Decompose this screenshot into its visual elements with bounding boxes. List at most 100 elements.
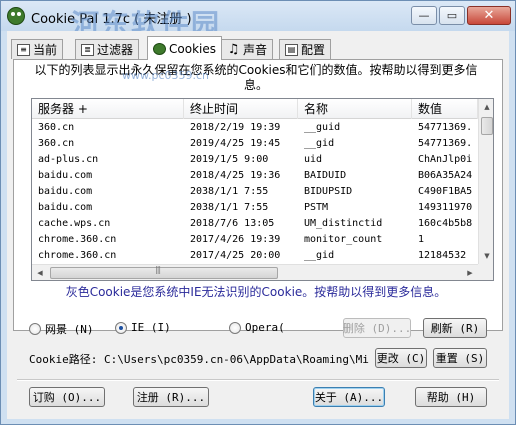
- cookie-icon: [153, 42, 166, 55]
- cell-server: baidu.com: [38, 186, 93, 197]
- tab-label: Cookies: [169, 41, 216, 56]
- cell-expires: 2017/4/26 19:39: [190, 234, 281, 245]
- cell-name: __guid: [304, 122, 341, 133]
- cookie-pal-logo-icon: [7, 7, 25, 25]
- about-button[interactable]: 关于 (A)...: [313, 387, 385, 407]
- cell-expires: 2018/4/25 19:36: [190, 170, 281, 181]
- tab-current[interactable]: ≡ 当前: [11, 39, 64, 59]
- radio-netscape[interactable]: 网景 (N): [29, 321, 94, 337]
- cell-expires: 2038/1/1 7:55: [190, 202, 269, 213]
- scroll-up-icon[interactable]: ▲: [479, 99, 493, 115]
- cell-server: chrome.360.cn: [38, 234, 117, 245]
- cell-name: BAIDUID: [304, 170, 347, 181]
- cell-expires: 2019/4/25 19:45: [190, 138, 281, 149]
- maximize-icon: ▭: [446, 9, 458, 22]
- order-button[interactable]: 订购 (O)...: [29, 387, 105, 407]
- cell-value: 12184532: [418, 250, 467, 261]
- cell-expires: 2018/7/6 13:05: [190, 218, 275, 229]
- tab-cookies[interactable]: Cookies: [147, 36, 222, 60]
- help-button[interactable]: 帮助 (H): [415, 387, 487, 407]
- table-row[interactable]: 360.cn 2019/4/25 19:45 __gid 54771369.: [32, 136, 478, 152]
- refresh-button[interactable]: 刷新 (R): [423, 318, 487, 338]
- minimize-button[interactable]: —: [411, 6, 437, 25]
- tab-settings[interactable]: ▤ 配置: [279, 39, 332, 59]
- horizontal-scrollbar[interactable]: ◀ ▶: [32, 264, 478, 280]
- maximize-button[interactable]: ▭: [439, 6, 465, 25]
- radio-ie-dot[interactable]: [115, 321, 127, 334]
- divider: [17, 379, 499, 381]
- cookie-list[interactable]: 服务器 + 终止时间 名称 数值 360.cn 2018/2/19 19:39 __…: [31, 98, 494, 281]
- radio-netscape-label: 网景 (N): [45, 323, 94, 336]
- close-icon: ✕: [483, 8, 495, 23]
- settings-icon: ▤: [285, 43, 298, 56]
- vertical-scroll-thumb[interactable]: [481, 117, 493, 135]
- doc-icon: ≡: [17, 43, 30, 56]
- tab-filter[interactable]: ≣ 过滤器: [75, 39, 140, 59]
- cell-value: 160c4b5b8: [418, 218, 473, 229]
- cell-name: __gid: [304, 250, 335, 261]
- tab-label: 当前: [33, 43, 58, 57]
- cell-value: C490F1BA5: [418, 186, 473, 197]
- scroll-right-icon[interactable]: ▶: [462, 265, 478, 280]
- info-text-top: 以下的列表显示出永久保留在您系统的Cookies和它们的数值。按帮助以得到更多信…: [34, 63, 478, 92]
- cell-value: ChAnJlp0i: [418, 154, 473, 165]
- delete-button[interactable]: 删除 (D)...: [343, 318, 411, 338]
- cell-expires: 2018/2/19 19:39: [190, 122, 281, 133]
- radio-opera[interactable]: Opera(: [229, 321, 285, 334]
- cell-value: 54771369.: [418, 122, 473, 133]
- tab-label: 过滤器: [97, 43, 134, 57]
- filter-icon: ≣: [81, 43, 94, 56]
- cell-name: uid: [304, 154, 323, 165]
- column-expires[interactable]: 终止时间: [184, 99, 298, 119]
- cell-name: UM_distinctid: [304, 218, 383, 229]
- column-value[interactable]: 数值: [412, 99, 478, 119]
- list-header: 服务器 + 终止时间 名称 数值: [32, 99, 478, 119]
- cell-value: 54771369.: [418, 138, 473, 149]
- scroll-corner: [478, 264, 493, 280]
- table-row[interactable]: baidu.com 2018/4/25 19:36 BAIDUID B06A35A24: [32, 168, 478, 184]
- vertical-scrollbar[interactable]: ▲ ▼: [478, 99, 493, 264]
- cell-expires: 2017/4/25 20:00: [190, 250, 281, 261]
- column-server[interactable]: 服务器 +: [32, 99, 184, 119]
- table-row[interactable]: chrome.360.cn 2017/4/25 20:00 __gid 1218453…: [32, 248, 478, 264]
- close-button[interactable]: ✕: [467, 6, 511, 25]
- radio-ie[interactable]: IE (I): [115, 321, 171, 334]
- cell-server: 360.cn: [38, 138, 75, 149]
- cell-name: __gid: [304, 138, 335, 149]
- radio-netscape-dot[interactable]: [29, 323, 41, 335]
- scroll-left-icon[interactable]: ◀: [32, 265, 48, 280]
- client-area: ≡ 当前 ≣ 过滤器 Cookies ♫ 声音 ▤ 配置 以下的列表显示出永久保…: [7, 31, 509, 419]
- radio-opera-dot[interactable]: [229, 321, 241, 334]
- column-name[interactable]: 名称: [298, 99, 412, 119]
- table-row[interactable]: cache.wps.cn 2018/7/6 13:05 UM_distinctid 1…: [32, 216, 478, 232]
- horizontal-scroll-thumb[interactable]: [50, 265, 278, 279]
- table-row[interactable]: ad-plus.cn 2019/1/5 9:00 uid ChAnJlp0i: [32, 152, 478, 168]
- register-button[interactable]: 注册 (R)...: [133, 387, 209, 407]
- tab-label: 配置: [301, 43, 326, 57]
- radio-opera-label: Opera(: [245, 321, 285, 334]
- cell-name: monitor_count: [304, 234, 383, 245]
- cell-server: baidu.com: [38, 170, 93, 181]
- cell-value: 149311970: [418, 202, 473, 213]
- music-note-icon: ♫: [227, 41, 240, 57]
- change-button[interactable]: 更改 (C): [375, 348, 427, 368]
- table-row[interactable]: chrome.360.cn 2017/4/26 19:39 monitor_coun…: [32, 232, 478, 248]
- title-bar[interactable]: Cookie Pal 1.7c ( 未注册 ) 河东软件园 — ▭ ✕: [1, 1, 515, 41]
- table-row[interactable]: baidu.com 2038/1/1 7:55 PSTM 149311970: [32, 200, 478, 216]
- table-row[interactable]: baidu.com 2038/1/1 7:55 BIDUPSID C490F1BA5: [32, 184, 478, 200]
- table-row[interactable]: 360.cn 2018/2/19 19:39 __guid 54771369.: [32, 120, 478, 136]
- cell-name: PSTM: [304, 202, 329, 213]
- cell-expires: 2038/1/1 7:55: [190, 186, 269, 197]
- cell-server: chrome.360.cn: [38, 250, 117, 261]
- minimize-icon: —: [418, 9, 430, 22]
- radio-ie-label: IE (I): [131, 321, 171, 334]
- reset-button[interactable]: 重置 (S): [433, 348, 487, 368]
- cell-server: ad-plus.cn: [38, 154, 99, 165]
- cell-server: baidu.com: [38, 202, 93, 213]
- cell-value: 1: [418, 234, 425, 245]
- info-text-bottom: 灰色Cookie是您系统中IE无法识别的Cookie。按帮助以得到更多信息。: [65, 285, 447, 299]
- tab-sound[interactable]: ♫ 声音: [221, 39, 274, 59]
- scroll-down-icon[interactable]: ▼: [479, 248, 493, 264]
- list-rows: 360.cn 2018/2/19 19:39 __guid 54771369. 360.…: [32, 120, 478, 264]
- cell-server: cache.wps.cn: [38, 218, 111, 229]
